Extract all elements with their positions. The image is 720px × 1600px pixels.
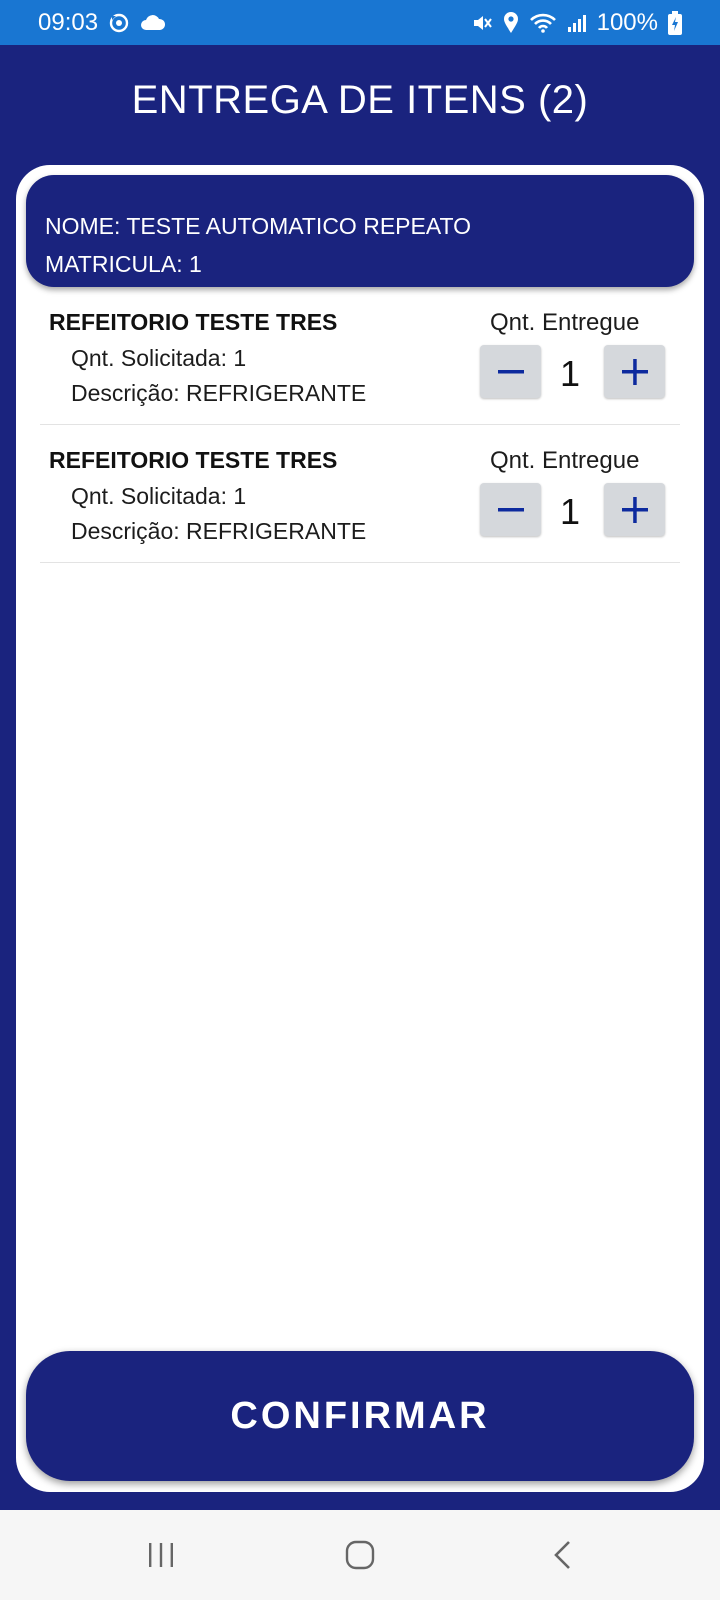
item-description: Descrição: REFRIGERANTE [71,518,367,544]
user-info-panel: NOME: TESTE AUTOMATICO REPEATO MATRICULA… [26,175,694,287]
minus-icon [497,507,524,511]
delivery-card: NOME: TESTE AUTOMATICO REPEATO MATRICULA… [16,165,704,1492]
signal-icon [567,13,587,33]
item-title: REFEITORIO TESTE TRES [49,447,338,473]
item-description: Descrição: REFRIGERANTE [71,380,367,406]
mute-icon [471,12,493,34]
increment-button[interactable] [604,483,665,536]
delivered-qty-label: Qnt. Entregue [490,447,640,474]
recent-apps-icon[interactable] [131,1530,191,1580]
plus-icon [621,358,648,385]
app-bar: ENTREGA DE ITENS (2) [0,45,720,155]
home-icon[interactable] [330,1530,390,1580]
location-icon [503,11,519,34]
item-title: REFEITORIO TESTE TRES [49,309,338,335]
status-right: 100% [471,9,682,37]
back-icon[interactable] [533,1530,593,1580]
increment-button[interactable] [604,345,665,398]
delivered-qty-value: 1 [559,353,581,394]
user-name: NOME: TESTE AUTOMATICO REPEATO [45,213,471,239]
item-requested-qty: Qnt. Solicitada: 1 [71,483,247,509]
sync-icon [108,12,130,34]
page-title: ENTREGA DE ITENS (2) [131,77,589,122]
clock: 09:03 [38,8,99,36]
status-bar: 09:03 100% [0,0,720,45]
delivered-qty-label: Qnt. Entregue [490,309,640,336]
user-registration: MATRICULA: 1 [45,251,202,277]
wifi-icon [529,12,557,34]
system-nav-bar [0,1510,720,1600]
item-requested-qty: Qnt. Solicitada: 1 [71,345,247,371]
delivered-qty-value: 1 [559,491,581,532]
plus-icon [621,496,648,523]
decrement-button[interactable] [480,483,541,536]
list-item: REFEITORIO TESTE TRES Qnt. Solicitada: 1… [40,425,680,563]
minus-icon [497,369,524,373]
battery-label: 100% [596,8,658,36]
battery-icon [668,10,682,35]
cloud-icon [140,14,166,32]
list-item: REFEITORIO TESTE TRES Qnt. Solicitada: 1… [40,287,680,425]
status-left: 09:03 [38,9,166,37]
confirm-button[interactable]: CONFIRMAR [26,1351,694,1481]
decrement-button[interactable] [480,345,541,398]
